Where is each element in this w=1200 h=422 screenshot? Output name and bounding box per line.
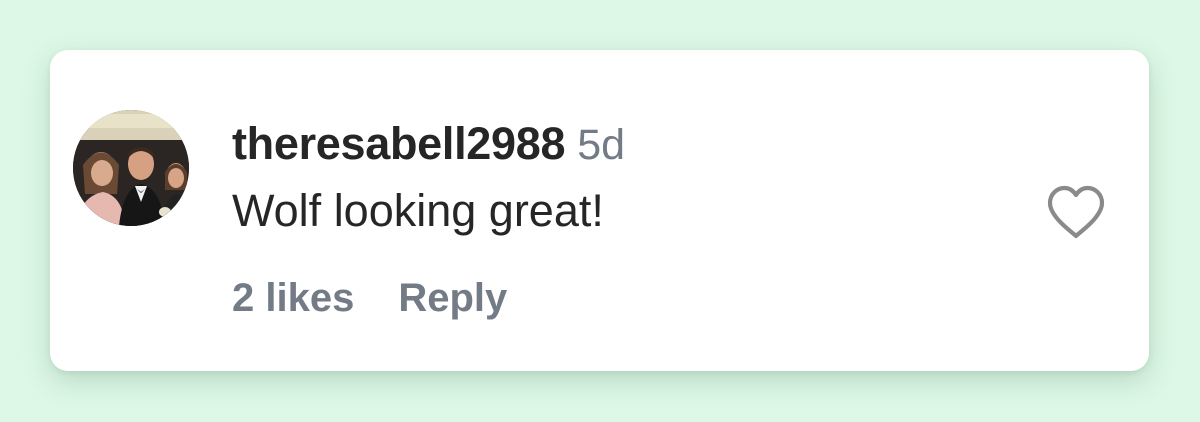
avatar-photo bbox=[73, 110, 189, 226]
comment-text: Wolf looking great! bbox=[232, 185, 604, 236]
user-avatar[interactable] bbox=[73, 110, 189, 226]
username-link[interactable]: theresabell2988 bbox=[232, 118, 566, 169]
like-button[interactable] bbox=[1044, 184, 1108, 242]
comment-header: theresabell2988 5d bbox=[232, 118, 625, 170]
timestamp: 5d bbox=[577, 121, 626, 169]
heart-outline-icon bbox=[1047, 185, 1105, 239]
likes-count-link[interactable]: 2 likes bbox=[232, 276, 354, 320]
comment-card: theresabell2988 5d Wolf looking great! 2 … bbox=[50, 50, 1149, 371]
reply-button[interactable]: Reply bbox=[398, 276, 507, 320]
comment-actions: 2 likes Reply bbox=[232, 272, 507, 333]
